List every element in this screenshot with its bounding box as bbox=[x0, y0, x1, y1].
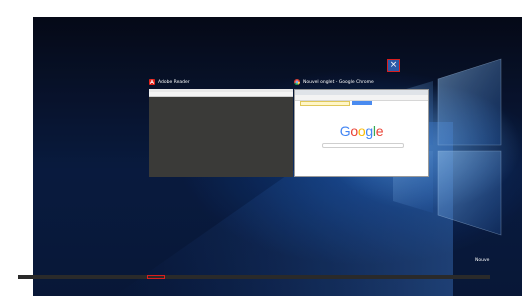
chrome-icon bbox=[294, 79, 300, 85]
google-logo-letter: o bbox=[350, 123, 358, 139]
window-preview bbox=[149, 89, 293, 177]
new-desktop-button[interactable]: Nouve bbox=[475, 258, 489, 263]
toolbar bbox=[149, 92, 293, 97]
taskbar-task-view-button[interactable] bbox=[147, 275, 165, 279]
window-title: Adobe Reader bbox=[158, 79, 190, 85]
window-title: Nouvel onglet - Google Chrome bbox=[303, 79, 374, 85]
adobe-reader-icon bbox=[149, 79, 155, 85]
close-window-button[interactable]: × bbox=[387, 59, 400, 72]
window-preview: Google bbox=[294, 89, 429, 177]
google-logo-letter: g bbox=[365, 123, 373, 139]
taskbar bbox=[18, 275, 490, 279]
info-bar-button bbox=[352, 101, 372, 105]
google-logo: Google bbox=[295, 123, 428, 139]
google-logo-letter: G bbox=[339, 123, 351, 139]
close-icon: × bbox=[389, 60, 398, 70]
thumbnail-title-bar: Adobe Reader bbox=[149, 76, 190, 88]
google-logo-letter: e bbox=[375, 123, 384, 139]
info-bar bbox=[300, 101, 350, 106]
thumbnail-title-bar: Nouvel onglet - Google Chrome bbox=[294, 76, 374, 88]
google-search-box bbox=[322, 143, 404, 148]
